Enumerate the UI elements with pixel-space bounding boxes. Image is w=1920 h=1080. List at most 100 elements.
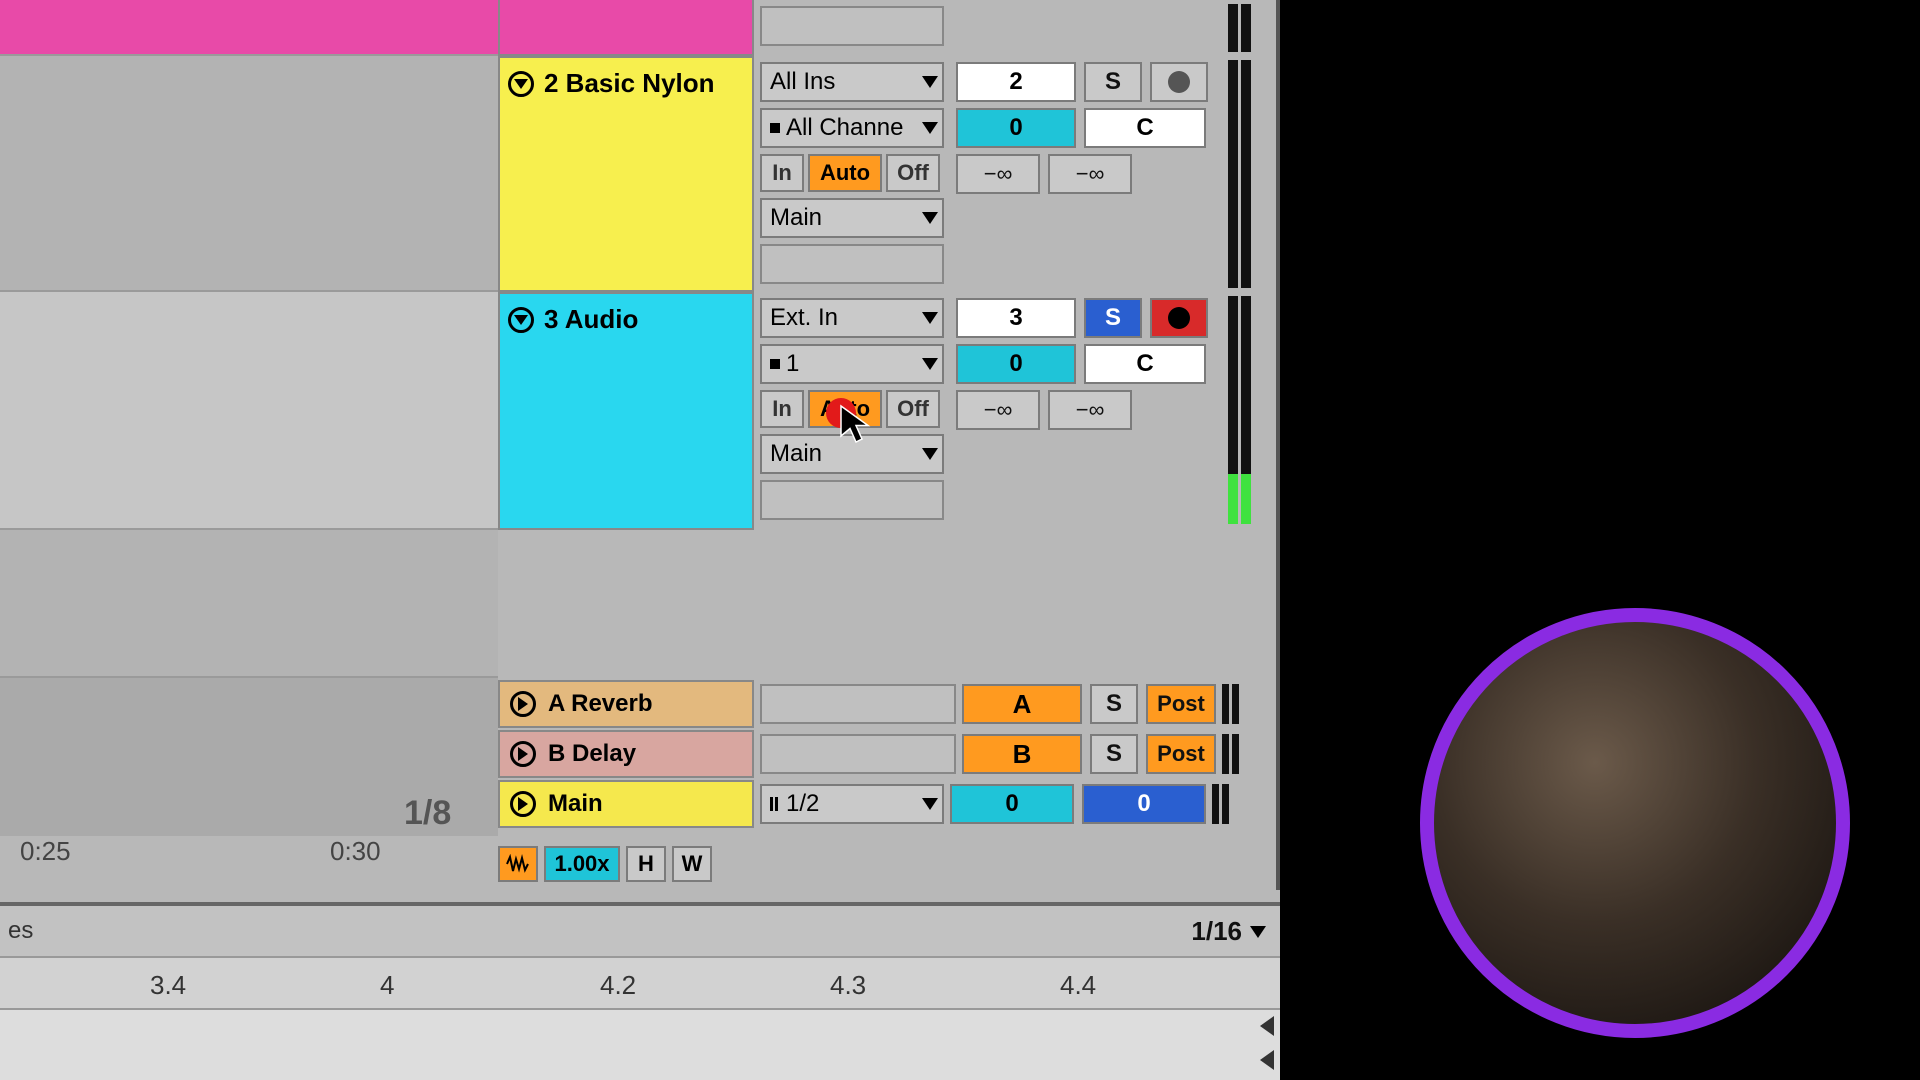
- return-b-row: B Delay B S Post: [498, 730, 1280, 778]
- return-b-activator[interactable]: B: [962, 734, 1082, 774]
- dropdown-arrow-icon: [922, 122, 938, 134]
- track3-arm-button[interactable]: [1150, 298, 1208, 338]
- webcam-overlay: [1420, 608, 1850, 1038]
- main-cue-volume[interactable]: 0: [1082, 784, 1206, 824]
- track2-solo-button[interactable]: S: [1084, 62, 1142, 102]
- main-fold-button[interactable]: [510, 791, 536, 817]
- track3-header[interactable]: 3 Audio: [498, 292, 754, 530]
- return-a-header[interactable]: A Reverb: [498, 680, 754, 728]
- track3-activator[interactable]: 3: [956, 298, 1076, 338]
- main-volume[interactable]: 0: [950, 784, 1074, 824]
- track2-input-type-label: All Ins: [770, 68, 835, 96]
- track1-io-slot[interactable]: [760, 6, 944, 46]
- track3-output-channel[interactable]: [760, 480, 944, 520]
- main-title: Main: [548, 790, 603, 818]
- track2-input-channel-dropdown[interactable]: All Channe: [760, 108, 944, 148]
- clip-grid-value: 1/16: [1191, 916, 1242, 947]
- return-b-title: B Delay: [548, 740, 636, 768]
- track2-send-a[interactable]: −∞: [956, 154, 1040, 194]
- clip-ruler[interactable]: 3.4 4 4.2 4.3 4.4: [0, 958, 1280, 1010]
- chevron-right-icon: [518, 747, 528, 761]
- track3-volume[interactable]: 0: [956, 344, 1076, 384]
- chevron-down-icon: [514, 315, 528, 325]
- track2-monitor-row: In Auto Off: [760, 154, 944, 192]
- record-icon: [1168, 307, 1190, 329]
- track2-send-b[interactable]: −∞: [1048, 154, 1132, 194]
- track3-send-b[interactable]: −∞: [1048, 390, 1132, 430]
- groove-pool-button[interactable]: [498, 846, 538, 882]
- return-b-post-button[interactable]: Post: [1146, 734, 1216, 774]
- track2-input-type-dropdown[interactable]: All Ins: [760, 62, 944, 102]
- ruler-mark: 3.4: [150, 970, 186, 1001]
- track1-mixer: [950, 0, 1260, 56]
- track3-monitor-in[interactable]: In: [760, 390, 804, 428]
- return-b-header[interactable]: B Delay: [498, 730, 754, 778]
- return-a-activator[interactable]: A: [962, 684, 1082, 724]
- track2-arm-button[interactable]: [1150, 62, 1208, 102]
- groove-amount[interactable]: 1.00x: [544, 846, 620, 882]
- track1-meter: [1228, 4, 1260, 52]
- track3-input-channel-dropdown[interactable]: 1: [760, 344, 944, 384]
- timeline-mark-b: 0:30: [330, 836, 381, 867]
- quantize-label: 1/8: [404, 794, 451, 833]
- clip-editor-tab-label[interactable]: es: [8, 917, 33, 945]
- track2-output-channel[interactable]: [760, 244, 944, 284]
- track3-send-a[interactable]: −∞: [956, 390, 1040, 430]
- timeline-mark-a: 0:25: [20, 836, 71, 867]
- stereo-icon: [770, 797, 778, 811]
- track3-pan[interactable]: C: [1084, 344, 1206, 384]
- clip-note-area[interactable]: [0, 1010, 1280, 1080]
- return-a-post-button[interactable]: Post: [1146, 684, 1216, 724]
- return-a-fold-button[interactable]: [510, 691, 536, 717]
- dropdown-arrow-icon: [922, 448, 938, 460]
- dropdown-arrow-icon: [922, 798, 938, 810]
- track3-output-dropdown[interactable]: Main: [760, 434, 944, 474]
- dropdown-arrow-icon: [922, 312, 938, 324]
- track3-output-label: Main: [770, 440, 822, 468]
- return-a-io-slot[interactable]: [760, 684, 956, 724]
- track3-fold-button[interactable]: [508, 307, 534, 333]
- return-b-fold-button[interactable]: [510, 741, 536, 767]
- return-b-solo-button[interactable]: S: [1090, 734, 1138, 774]
- return-b-meter: [1222, 734, 1242, 774]
- track3-input-type-dropdown[interactable]: Ext. In: [760, 298, 944, 338]
- fold-left-icon[interactable]: [1260, 1016, 1274, 1036]
- return-a-row: A Reverb A S Post: [498, 680, 1280, 728]
- return-a-solo-button[interactable]: S: [1090, 684, 1138, 724]
- daw-window: 2 Basic Nylon All Ins All Channe In Auto…: [0, 0, 1280, 1080]
- return-b-io-slot[interactable]: [760, 734, 956, 774]
- track3-solo-button[interactable]: S: [1084, 298, 1142, 338]
- fold-left-icon[interactable]: [1260, 1050, 1274, 1070]
- clip-lane-track2[interactable]: [0, 56, 498, 292]
- track2-monitor-off[interactable]: Off: [886, 154, 940, 192]
- track2-input-channel-label: All Channe: [786, 114, 903, 142]
- track3-monitor-off[interactable]: Off: [886, 390, 940, 428]
- draw-mode-w-button[interactable]: W: [672, 846, 712, 882]
- arrangement-lanes[interactable]: [0, 0, 498, 836]
- main-output-dropdown[interactable]: 1/2: [760, 784, 944, 824]
- track2-pan[interactable]: C: [1084, 108, 1206, 148]
- track2-output-dropdown[interactable]: Main: [760, 198, 944, 238]
- clip-editor: es 1/16 3.4 4 4.2 4.3 4.4: [0, 902, 1280, 1080]
- track2-header[interactable]: 2 Basic Nylon: [498, 56, 754, 292]
- track2-volume[interactable]: 0: [956, 108, 1076, 148]
- track2-mixer: 2 S 0 C −∞ −∞: [950, 56, 1220, 200]
- track2-activator[interactable]: 2: [956, 62, 1076, 102]
- clip-lane-track3[interactable]: [0, 292, 498, 530]
- track3-input-channel-label: 1: [786, 350, 799, 378]
- clip-lane-empty[interactable]: [0, 530, 498, 678]
- main-header[interactable]: Main: [498, 780, 754, 828]
- clip-editor-tabs: es 1/16: [0, 906, 1280, 958]
- track3-mixer: 3 S 0 C −∞ −∞: [950, 292, 1220, 436]
- track2-monitor-in[interactable]: In: [760, 154, 804, 192]
- track2-io: All Ins All Channe In Auto Off Main: [754, 56, 950, 292]
- draw-mode-h-button[interactable]: H: [626, 846, 666, 882]
- track1-header[interactable]: [498, 0, 754, 56]
- track2-monitor-auto[interactable]: Auto: [808, 154, 882, 192]
- groove-controls: 1.00x H W: [498, 846, 712, 882]
- clip-lane-track1[interactable]: [0, 0, 498, 56]
- track2-output-label: Main: [770, 204, 822, 232]
- track2-fold-button[interactable]: [508, 71, 534, 97]
- midi-port-icon: [770, 123, 780, 133]
- clip-grid-selector[interactable]: 1/16: [1191, 916, 1266, 947]
